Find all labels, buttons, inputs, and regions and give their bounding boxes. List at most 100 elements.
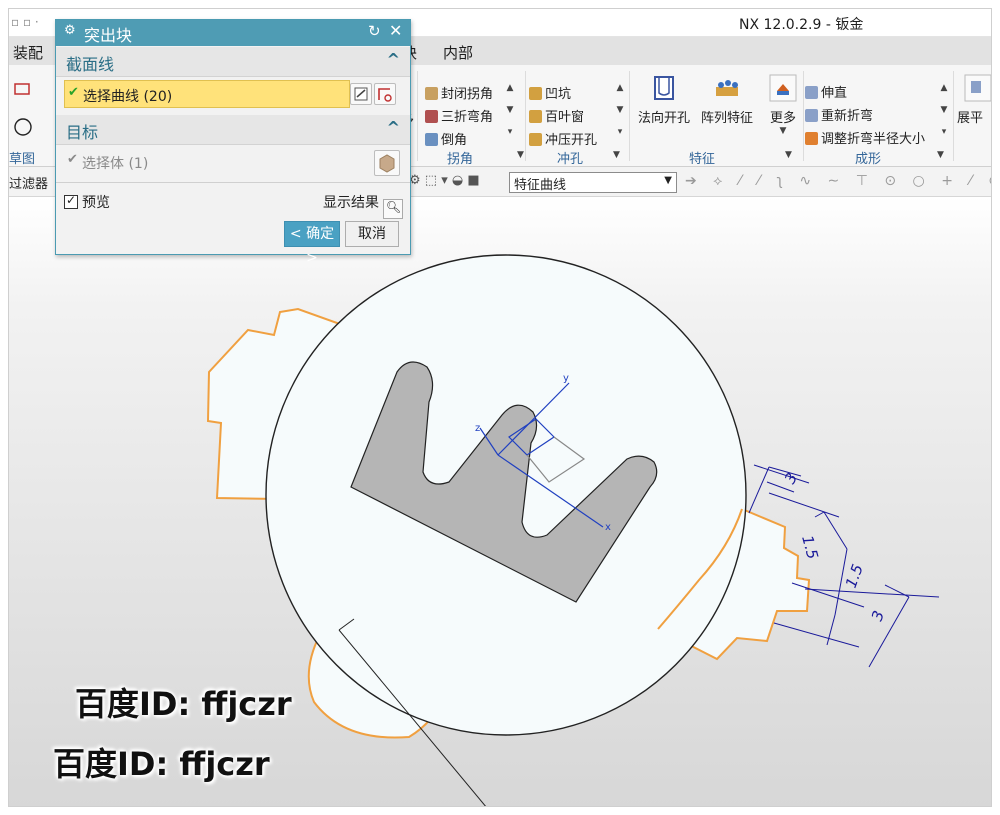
- watermark-text: 百度ID: ffjczr: [75, 685, 292, 723]
- flat-pattern-button[interactable]: 展平: [957, 73, 991, 126]
- corner-scroll-arrows[interactable]: ▲ ▼ ▾: [503, 77, 517, 143]
- graphics-viewport[interactable]: y x z 3 1.5 1.5 3 百度ID: ffjczr 百度ID: ffj…: [9, 197, 991, 806]
- curve-rule-select[interactable]: 特征曲线 ▼: [509, 172, 677, 193]
- magnifier-icon[interactable]: 🔍︎: [383, 199, 404, 219]
- menu-internal[interactable]: 内部: [443, 42, 473, 63]
- unbend-button[interactable]: 伸直: [805, 82, 847, 101]
- louver-label: 百叶窗: [545, 110, 585, 125]
- preview-label: 预览: [82, 195, 110, 211]
- rebend-label: 重新折弯: [821, 109, 874, 124]
- sketch-section-button[interactable]: [350, 83, 372, 105]
- select-body-button[interactable]: [374, 150, 400, 176]
- svg-text:x: x: [605, 522, 611, 533]
- section-header-target[interactable]: 目标 ^: [56, 115, 410, 145]
- normal-cutout-button[interactable]: 法向开孔: [635, 73, 693, 126]
- chamfer-label: 倒角: [441, 133, 468, 148]
- group-label-feature: 特征: [689, 152, 716, 167]
- section-title-curve: 截面线: [66, 55, 115, 74]
- dimension-label: 1.5: [798, 533, 822, 561]
- svg-text:z: z: [475, 423, 480, 434]
- drawn-cutout-label: 冲压开孔: [545, 133, 598, 148]
- resize-bend-radius-button[interactable]: 调整折弯半径大小: [805, 128, 925, 147]
- section-title-target: 目标: [66, 123, 99, 142]
- resize-bend-radius-icon: [805, 132, 818, 145]
- three-bend-corner-label: 三折弯角: [441, 110, 494, 125]
- normal-cutout-label: 法向开孔: [637, 111, 690, 126]
- group-label-form: 成形: [855, 152, 882, 167]
- reset-icon[interactable]: ↻: [368, 22, 381, 40]
- more-icon: [768, 73, 798, 103]
- check-icon: ✔: [67, 152, 78, 167]
- three-bend-corner-button[interactable]: 三折弯角: [425, 106, 493, 125]
- dimple-button[interactable]: 凹坑: [529, 83, 571, 102]
- drawn-cutout-icon: [529, 133, 542, 146]
- punch-scroll-arrows[interactable]: ▲ ▼ ▾: [613, 77, 627, 143]
- chevron-up-icon[interactable]: ^: [387, 50, 400, 69]
- show-result-label: 显示结果: [323, 195, 379, 211]
- circle-icon[interactable]: [13, 117, 33, 141]
- dimension-label: 3: [868, 608, 888, 623]
- chamfer-button[interactable]: 倒角: [425, 129, 467, 148]
- corner-group-dropdown-icon[interactable]: ▼: [517, 150, 524, 160]
- flat-pattern-icon: [963, 73, 991, 103]
- punch-group-dropdown-icon[interactable]: ▼: [613, 150, 620, 160]
- gear-icon[interactable]: ⚙: [64, 23, 76, 38]
- dimple-label: 凹坑: [545, 87, 572, 102]
- form-group-dropdown-icon[interactable]: ▼: [937, 150, 944, 160]
- select-curve-label: 选择曲线 (20): [83, 89, 173, 105]
- pattern-feature-button[interactable]: 阵列特征: [697, 73, 757, 126]
- group-label-sketch: 草图: [9, 152, 36, 167]
- select-body-label: 选择体 (1): [82, 156, 149, 172]
- show-result-control[interactable]: 显示结果 🔍︎: [323, 192, 404, 219]
- closed-corner-label: 封闭拐角: [441, 87, 494, 102]
- unbend-label: 伸直: [821, 86, 848, 101]
- quick-access-icon[interactable]: ▫ ▫ ·: [11, 15, 39, 29]
- dimension-label: 3: [781, 470, 801, 487]
- louver-icon: [529, 110, 542, 123]
- sketch-icon: [354, 87, 368, 101]
- closed-corner-button[interactable]: 封闭拐角: [425, 83, 493, 102]
- menu-assembly[interactable]: 装配: [13, 42, 43, 63]
- selection-scope-icons[interactable]: ⚙ ⬚ ▾ ◒ ■: [409, 173, 480, 188]
- cancel-button[interactable]: 取消: [345, 221, 399, 247]
- flat-pattern-label: 展平: [957, 111, 984, 126]
- ok-button[interactable]: < 确定 >: [284, 221, 340, 266]
- group-label-corner: 拐角: [447, 152, 474, 167]
- pattern-feature-icon: [712, 73, 742, 103]
- more-feature-label: 更多: [769, 111, 796, 126]
- more-dropdown-icon[interactable]: ▼: [765, 126, 801, 136]
- select-body-row[interactable]: ✔ 选择体 (1): [64, 148, 350, 176]
- filter-label: 过滤器: [9, 177, 49, 192]
- curve-section-button[interactable]: [374, 83, 396, 105]
- rebend-button[interactable]: 重新折弯: [805, 105, 873, 124]
- dialog-title: 突出块: [84, 26, 133, 45]
- form-scroll-arrows[interactable]: ▲ ▼ ▾: [937, 77, 951, 143]
- checkbox-checked-icon[interactable]: [64, 193, 78, 209]
- curve-icon: [378, 88, 392, 102]
- dimension-label: 1.5: [842, 562, 867, 591]
- section-header-curve[interactable]: 截面线 ^: [56, 47, 410, 77]
- chamfer-icon: [425, 133, 438, 146]
- drawn-cutout-button[interactable]: 冲压开孔: [529, 129, 597, 148]
- chevron-up-icon[interactable]: ^: [387, 118, 400, 137]
- select-curve-row[interactable]: ✔ 选择曲线 (20): [64, 80, 350, 108]
- rectangle-icon[interactable]: [13, 81, 33, 101]
- closed-corner-icon: [425, 87, 438, 100]
- rebend-icon: [805, 109, 818, 122]
- louver-button[interactable]: 百叶窗: [529, 106, 584, 125]
- close-icon[interactable]: ✕: [389, 21, 402, 40]
- dialog-title-bar[interactable]: ⚙ 突出块 ↻ ✕: [56, 20, 410, 46]
- dimple-icon: [529, 87, 542, 100]
- feature-group-dropdown-icon[interactable]: ▼: [785, 150, 792, 160]
- solid-body-icon: [379, 154, 395, 173]
- more-feature-button[interactable]: 更多 ▼: [765, 73, 801, 136]
- three-bend-corner-icon: [425, 110, 438, 123]
- pattern-feature-label: 阵列特征: [700, 111, 753, 126]
- resize-bend-radius-label: 调整折弯半径大小: [821, 132, 926, 147]
- tab-dialog: ⚙ 突出块 ↻ ✕ 截面线 ^ ✔ 选择曲线 (20) 目标 ^ ✔ 选择体 (…: [55, 19, 411, 266]
- nx-window: ▫ ▫ · NX 12.0.2.9 - 钣金 装配 块 内部 草图 多 封闭拐角…: [8, 8, 992, 807]
- watermark-text: 百度ID: ffjczr: [53, 745, 270, 783]
- app-title: NX 12.0.2.9 - 钣金: [739, 17, 864, 33]
- snap-point-icons[interactable]: ➔ ⟡ ⁄ ⁄ ʅ ∿ ∼ ⊤ ⊙ ○ + ⁄ ⊕ ◈: [685, 173, 991, 189]
- preview-checkbox[interactable]: 预览: [64, 192, 110, 212]
